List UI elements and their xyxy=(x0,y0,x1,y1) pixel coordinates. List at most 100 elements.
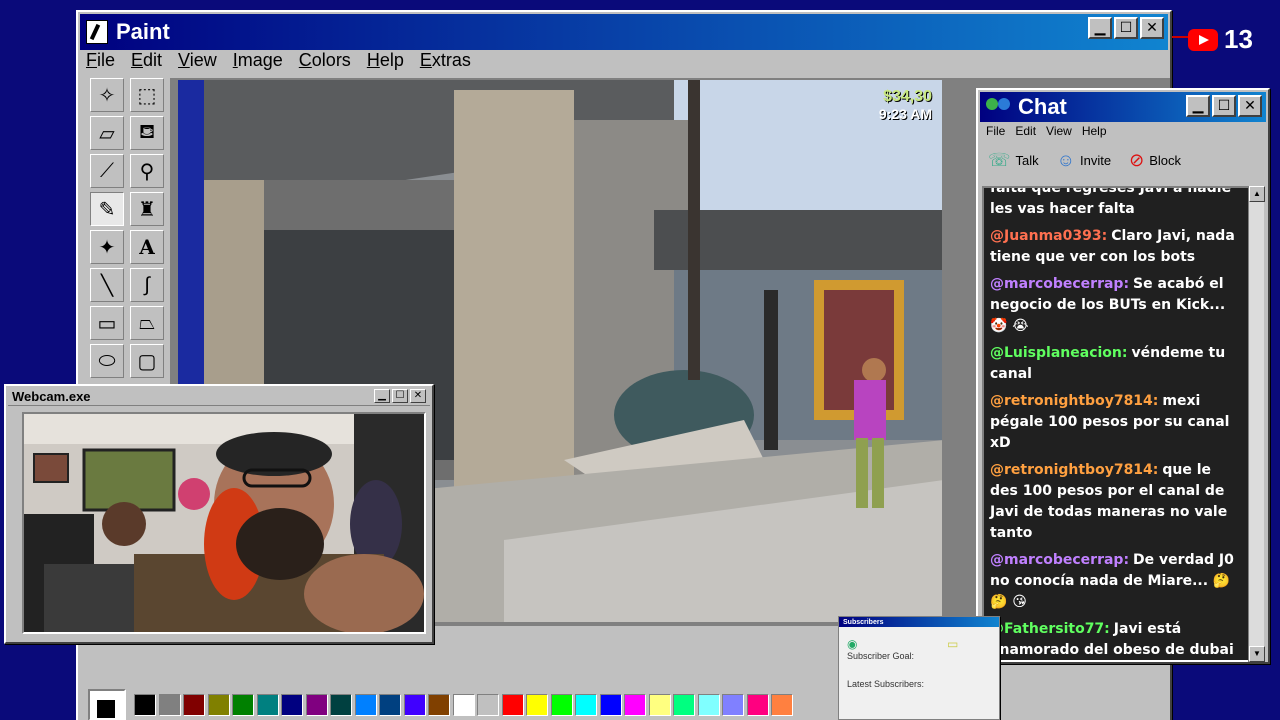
menu-extras[interactable]: Extras xyxy=(420,50,471,71)
menu-image[interactable]: Image xyxy=(233,50,283,71)
palette-swatch[interactable] xyxy=(452,694,475,716)
scroll-up-arrow-icon[interactable]: ▲ xyxy=(1249,186,1265,202)
current-color[interactable] xyxy=(88,689,126,720)
palette-swatch[interactable] xyxy=(354,694,377,716)
block-label: Block xyxy=(1149,152,1181,168)
chat-log[interactable]: falta que regreses Javi a nadie les vas … xyxy=(982,186,1250,662)
chat-username[interactable]: @retronightboy7814: xyxy=(990,462,1158,478)
webcam-titlebar[interactable]: Webcam.exe ▁ ☐ ✕ xyxy=(8,388,430,406)
invite-button[interactable]: ☺ Invite xyxy=(1057,150,1111,171)
line-tool-icon[interactable]: ╲ xyxy=(90,268,124,302)
paint-title: Paint xyxy=(116,19,170,44)
chat-username[interactable]: @marcobecerrap: xyxy=(990,552,1129,568)
palette-swatch[interactable] xyxy=(599,694,622,716)
invite-icon: ☺ xyxy=(1056,149,1076,170)
talk-button[interactable]: ☏ Talk xyxy=(988,150,1039,171)
chat-username[interactable]: @Fathersito77: xyxy=(990,621,1110,637)
chat-close-button[interactable]: ✕ xyxy=(1238,95,1262,117)
talk-icon: ☏ xyxy=(988,149,1011,170)
ellipse-tool-icon[interactable]: ⬭ xyxy=(90,344,124,378)
palette-swatch[interactable] xyxy=(697,694,720,716)
color-picker-tool-icon[interactable]: ⟋ xyxy=(90,154,124,188)
rectangle-tool-icon[interactable]: ▭ xyxy=(90,306,124,340)
subscribers-titlebar: Subscribers xyxy=(839,617,999,627)
chat-minimize-button[interactable]: ▁ xyxy=(1186,95,1210,117)
toolbox: ✧ ⬚ ▱ ⛾ ⟋ ⚲ ✎ ♜ ✦ A ╲ ∫ ▭ ⏢ ⬭ ▢ xyxy=(84,76,170,396)
subscribers-title: Subscribers xyxy=(843,618,884,626)
block-button[interactable]: ⊘ Block xyxy=(1129,150,1181,171)
chat-app-icon xyxy=(986,96,1012,118)
menu-file[interactable]: File xyxy=(86,50,115,71)
webcam-minimize-button[interactable]: ▁ xyxy=(374,389,390,403)
chat-menu-file[interactable]: File xyxy=(986,124,1005,138)
palette-swatch[interactable] xyxy=(158,694,181,716)
palette-swatch[interactable] xyxy=(526,694,548,716)
chat-username[interactable]: @Juanma0393: xyxy=(990,228,1107,244)
palette-swatch[interactable] xyxy=(183,694,205,716)
menu-help[interactable]: Help xyxy=(367,50,404,71)
scroll-down-arrow-icon[interactable]: ▼ xyxy=(1249,646,1265,662)
chat-menubar: File Edit View Help xyxy=(986,124,1107,138)
chat-message: @retronightboy7814: que le des 100 pesos … xyxy=(990,460,1242,544)
chat-username[interactable]: @retronightboy7814: xyxy=(990,393,1158,409)
close-button[interactable]: ✕ xyxy=(1140,17,1164,39)
palette-swatch[interactable] xyxy=(379,694,401,716)
palette-swatch[interactable] xyxy=(428,694,450,716)
chat-message: falta que regreses Javi a nadie les vas … xyxy=(990,188,1242,220)
magnifier-tool-icon[interactable]: ⚲ xyxy=(130,154,164,188)
yt-connector xyxy=(1172,36,1188,38)
palette-swatch[interactable] xyxy=(722,694,744,716)
palette-swatch[interactable] xyxy=(305,694,328,716)
chat-scrollbar[interactable]: ▲ ▼ xyxy=(1248,186,1265,662)
text-tool-icon[interactable]: A xyxy=(130,230,164,264)
palette-swatch[interactable] xyxy=(207,694,230,716)
chat-window: Chat ▁ ☐ ✕ File Edit View Help ☏ Talk ☺ … xyxy=(976,88,1270,664)
palette-swatch[interactable] xyxy=(501,694,524,716)
palette-swatch[interactable] xyxy=(575,694,597,716)
free-select-tool-icon[interactable]: ✧ xyxy=(90,78,124,112)
minimize-button[interactable]: ▁ xyxy=(1088,17,1112,39)
palette-swatch[interactable] xyxy=(330,694,352,716)
palette-swatch[interactable] xyxy=(403,694,426,716)
palette-swatch[interactable] xyxy=(648,694,671,716)
rounded-rect-tool-icon[interactable]: ▢ xyxy=(130,344,164,378)
webcam-feed xyxy=(22,412,426,634)
rect-select-tool-icon[interactable]: ⬚ xyxy=(130,78,164,112)
palette-swatch[interactable] xyxy=(624,694,646,716)
webcam-maximize-button[interactable]: ☐ xyxy=(392,389,408,403)
webcam-close-button[interactable]: ✕ xyxy=(410,389,426,403)
polygon-tool-icon[interactable]: ⏢ xyxy=(130,306,164,340)
palette-swatch[interactable] xyxy=(477,694,499,716)
chat-menu-view[interactable]: View xyxy=(1046,124,1072,138)
chat-username[interactable]: @Luisplaneacion: xyxy=(990,345,1127,361)
palette-swatch[interactable] xyxy=(232,694,254,716)
menu-edit[interactable]: Edit xyxy=(131,50,162,71)
palette-swatch[interactable] xyxy=(673,694,695,716)
palette-swatch[interactable] xyxy=(550,694,573,716)
palette-swatch[interactable] xyxy=(134,694,156,716)
game-money: $34,30 xyxy=(883,88,932,105)
maximize-button[interactable]: ☐ xyxy=(1114,17,1138,39)
palette-swatch[interactable] xyxy=(281,694,303,716)
chat-titlebar[interactable]: Chat ▁ ☐ ✕ xyxy=(980,92,1266,122)
chat-username[interactable]: @marcobecerrap: xyxy=(990,276,1129,292)
talk-label: Talk xyxy=(1015,152,1039,168)
chat-message: @marcobecerrap: De verdad J0 no conocía n… xyxy=(990,550,1242,613)
game-time: 9:23 AM xyxy=(878,106,932,122)
menu-colors[interactable]: Colors xyxy=(299,50,351,71)
brush-tool-icon[interactable]: ♜ xyxy=(130,192,164,226)
curve-tool-icon[interactable]: ∫ xyxy=(130,268,164,302)
menu-view[interactable]: View xyxy=(178,50,217,71)
chat-menu-edit[interactable]: Edit xyxy=(1015,124,1036,138)
palette-swatch[interactable] xyxy=(256,694,279,716)
pencil-tool-icon[interactable]: ✎ xyxy=(90,192,124,226)
chat-maximize-button[interactable]: ☐ xyxy=(1212,95,1236,117)
subscribers-widget: Subscribers ◉ ▭ Subscriber Goal: Latest … xyxy=(838,616,1000,720)
airbrush-tool-icon[interactable]: ✦ xyxy=(90,230,124,264)
chat-menu-help[interactable]: Help xyxy=(1082,124,1107,138)
palette-swatch[interactable] xyxy=(771,694,793,716)
palette-swatch[interactable] xyxy=(746,694,769,716)
eraser-tool-icon[interactable]: ▱ xyxy=(90,116,124,150)
fill-tool-icon[interactable]: ⛾ xyxy=(130,116,164,150)
paint-titlebar[interactable]: Paint ▁ ☐ ✕ xyxy=(80,14,1168,50)
